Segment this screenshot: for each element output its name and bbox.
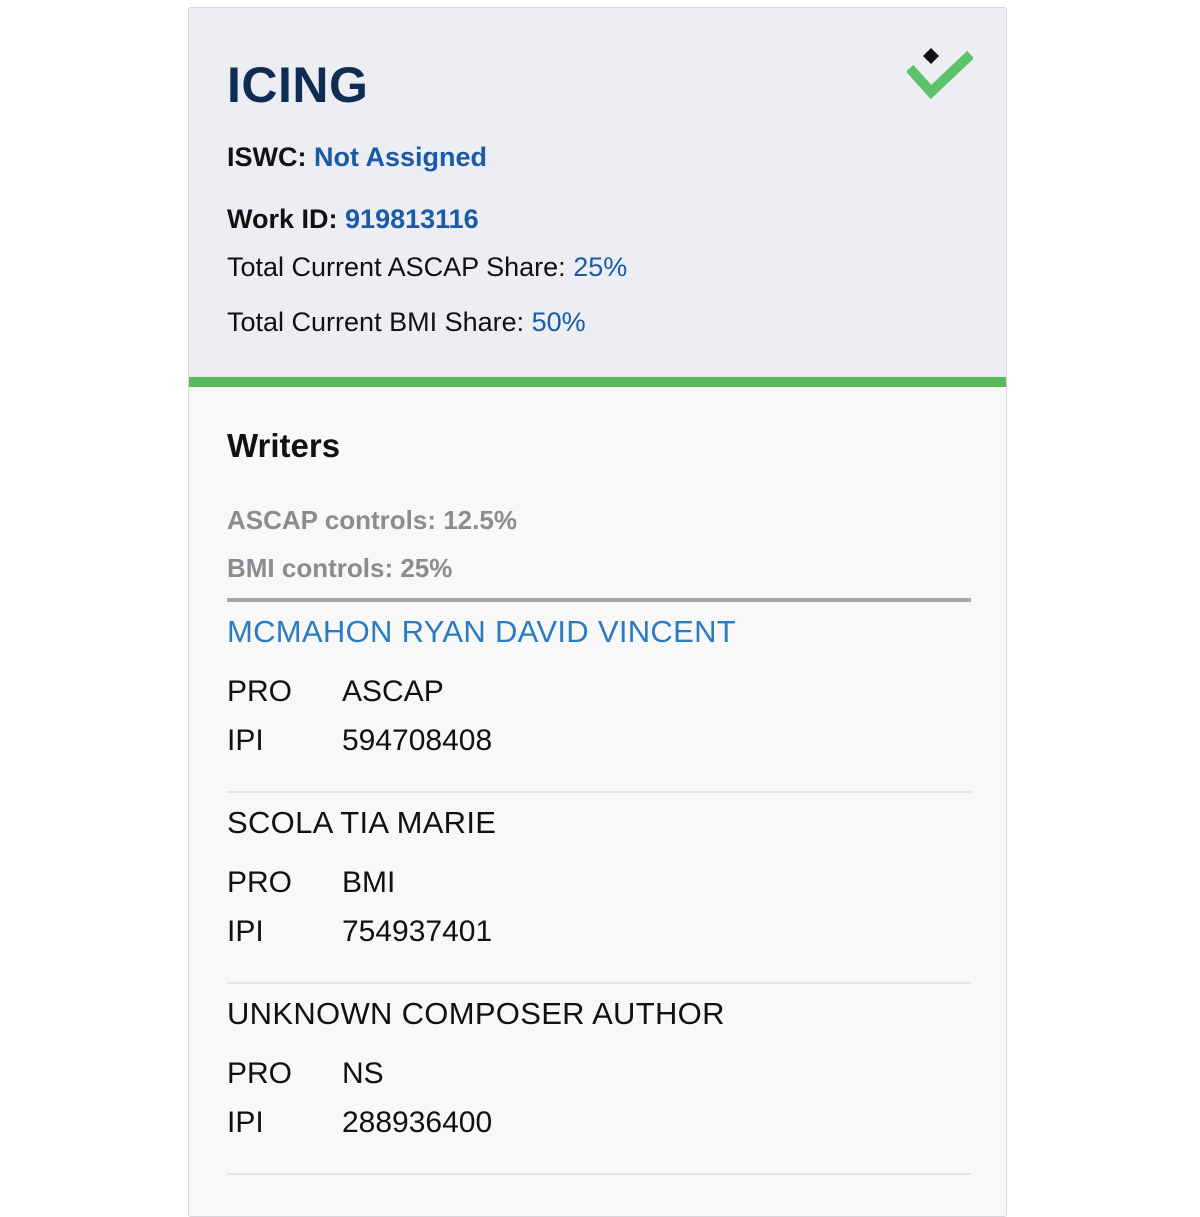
bmi-share-label: Total Current BMI Share: (227, 307, 525, 337)
bmi-share-line: Total Current BMI Share: 50% (227, 307, 586, 338)
ipi-value: 594708408 (342, 724, 493, 757)
writer-pro-row: PRO NS (227, 1057, 384, 1091)
writer-item: MCMAHON RYAN DAVID VINCENT PRO ASCAP IPI 5… (227, 602, 971, 793)
writer-name-link[interactable]: MCMAHON RYAN DAVID VINCENT (227, 614, 736, 650)
writers-heading: Writers (227, 427, 341, 464)
work-id-line: Work ID: 919813116 (227, 204, 479, 235)
writer-item: SCOLA TIA MARIE PRO BMI IPI 754937401 (227, 793, 971, 984)
work-id-label: Work ID: (227, 204, 338, 234)
writer-ipi-row: IPI 594708408 (227, 724, 492, 758)
writer-item: UNKNOWN COMPOSER AUTHOR PRO NS IPI 2889364… (227, 984, 971, 1175)
ascap-controls: ASCAP controls: 12.5% (227, 505, 517, 535)
iswc-value: Not Assigned (314, 142, 488, 172)
writer-name: UNKNOWN COMPOSER AUTHOR (227, 996, 725, 1031)
status-accent-bar (189, 377, 1006, 387)
writer-pro-row: PRO BMI (227, 866, 395, 900)
writer-ipi-row: IPI 754937401 (227, 915, 492, 949)
work-title: ICING (227, 57, 369, 113)
work-id-value: 919813116 (345, 204, 479, 234)
work-header: ICING ISWC: Not Assigned Work ID: 919813… (189, 8, 1006, 377)
ascap-share-value: 25% (573, 252, 628, 282)
bmi-share-value: 50% (531, 307, 586, 337)
work-detail-card: ICING ISWC: Not Assigned Work ID: 919813… (188, 7, 1007, 1217)
bmi-controls: BMI controls: 25% (227, 553, 453, 583)
writer-ipi-row: IPI 288936400 (227, 1106, 492, 1140)
ipi-value: 754937401 (342, 915, 493, 948)
iswc-label: ISWC: (227, 142, 307, 172)
iswc-line: ISWC: Not Assigned (227, 142, 487, 173)
ascap-share-line: Total Current ASCAP Share: 25% (227, 252, 627, 283)
pro-value: NS (342, 1057, 384, 1090)
ascap-share-label: Total Current ASCAP Share: (227, 252, 566, 282)
pro-value: ASCAP (342, 675, 444, 708)
ipi-label: IPI (227, 724, 264, 757)
pro-label: PRO (227, 675, 293, 708)
ipi-label: IPI (227, 1106, 264, 1139)
pro-label: PRO (227, 1057, 293, 1090)
pro-label: PRO (227, 866, 293, 899)
pro-value: BMI (342, 866, 396, 899)
ipi-label: IPI (227, 915, 264, 948)
writer-name: SCOLA TIA MARIE (227, 805, 497, 840)
green-checkmark-diamond-icon (907, 48, 973, 100)
ipi-value: 288936400 (342, 1106, 493, 1139)
writer-pro-row: PRO ASCAP (227, 675, 444, 709)
